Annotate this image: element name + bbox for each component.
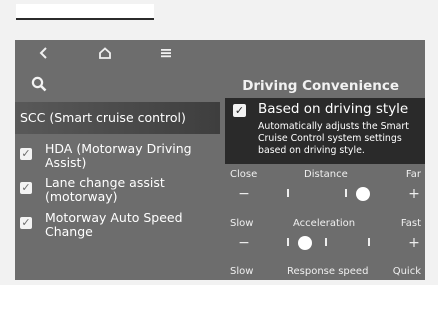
distance-left-label: Close [230,169,258,180]
distance-increase-button[interactable]: + [405,186,423,202]
acceleration-decrease-button[interactable]: − [235,235,253,251]
left-selected-label: SCC (Smart cruise control) [20,110,186,125]
bottom-band [0,285,438,309]
search-icon[interactable] [31,76,47,96]
distance-label: Distance [304,169,348,180]
distance-slider[interactable]: Close Distance Far − + [227,169,423,215]
checkbox-label-lane-change: Lane change assist (motorway) [45,175,165,204]
back-arrow-icon[interactable] [39,47,49,61]
driving-style-description: Automatically adjusts the Smart Cruise C… [258,121,409,157]
distance-knob[interactable] [356,187,371,201]
acceleration-left-label: Slow [230,218,254,229]
distance-right-label: Far [405,169,421,180]
response-speed-label: Response speed [287,266,369,277]
home-icon[interactable] [99,47,111,61]
check-icon[interactable]: ✓ [20,148,32,160]
acceleration-knob[interactable] [297,236,312,250]
acceleration-increase-button[interactable]: + [405,235,423,251]
left-selected-menu-item[interactable]: SCC (Smart cruise control) [15,102,220,134]
slider-tick [345,189,347,197]
page-title: Driving Convenience [242,78,399,94]
screen: SCC (Smart cruise control) ✓ HDA (Motorw… [15,40,425,280]
checkbox-label-hda: HDA (Motorway Driving Assist) [45,141,192,170]
check-icon[interactable]: ✓ [20,217,32,229]
check-icon[interactable]: ✓ [20,182,32,194]
acceleration-label: Acceleration [293,218,356,229]
slider-tick [287,189,289,197]
acceleration-track[interactable] [265,236,385,250]
distance-decrease-button[interactable]: − [235,186,253,202]
driving-style-option[interactable]: ✓ Based on driving style Automatically a… [225,98,425,164]
checkbox-label-auto-speed: Motorway Auto Speed Change [45,210,183,239]
slider-tick [368,238,370,246]
menu-icon[interactable] [161,48,171,60]
distance-track[interactable] [265,187,385,201]
slider-tick [287,238,289,246]
right-header: Driving Convenience [225,76,425,98]
check-icon[interactable]: ✓ [233,104,246,117]
acceleration-right-label: Fast [400,218,421,229]
slider-tick [325,238,327,246]
response-speed-slider[interactable]: Slow Response speed Quick [227,266,423,280]
top-tab [16,4,154,20]
driving-style-title: Based on driving style [258,101,409,117]
acceleration-slider[interactable]: Slow Acceleration Fast − + [227,218,423,264]
response-right-label: Quick [392,266,421,277]
response-left-label: Slow [230,266,254,277]
